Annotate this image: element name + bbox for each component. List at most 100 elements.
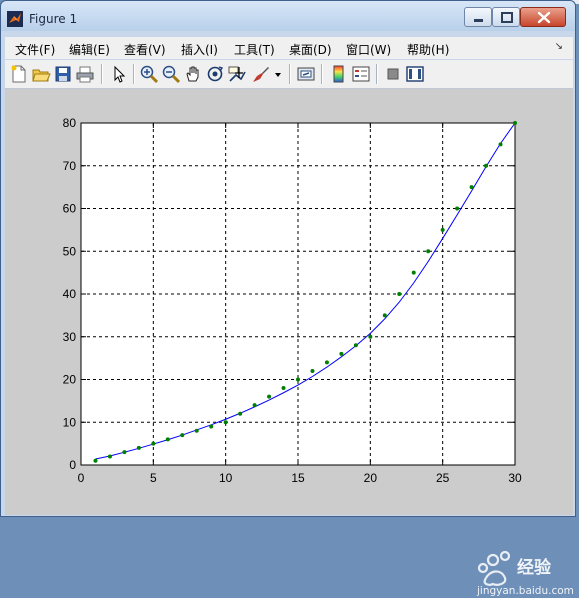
data-point (151, 441, 156, 446)
data-point (339, 351, 344, 356)
x-tick-label: 0 (78, 471, 85, 485)
menu-edit[interactable]: 编辑(E) (69, 41, 110, 58)
data-point (484, 163, 489, 168)
figure-window: Figure 1 文件(F) 编辑(E) 查看(V) 插入(I) 工具(T) 桌… (0, 0, 576, 597)
menu-window[interactable]: 窗口(W) (346, 41, 391, 58)
edit-plot-arrow-icon (114, 65, 126, 83)
matlab-logo-icon (7, 11, 23, 27)
zoom-in-button[interactable] (139, 64, 159, 84)
data-point (223, 420, 228, 425)
data-cursor-icon (228, 66, 246, 82)
y-tick-label: 60 (63, 202, 77, 216)
hide-plot-tools-button[interactable] (383, 64, 403, 84)
data-point (455, 206, 460, 211)
y-tick-label: 30 (63, 330, 77, 344)
toolbar-separator (133, 64, 135, 84)
brush-icon (253, 67, 269, 82)
print-icon (76, 66, 94, 83)
colorbar-button[interactable] (329, 64, 349, 84)
zoom-out-button[interactable] (161, 64, 181, 84)
data-point (513, 121, 517, 125)
data-point (252, 403, 257, 408)
data-point (194, 428, 199, 433)
link-plot-icon (297, 67, 315, 81)
data-point (296, 377, 300, 382)
data-point (426, 249, 431, 254)
watermark-url: jingyan.baidu.com (476, 585, 574, 597)
x-tick-label: 30 (508, 471, 522, 485)
minimize-button[interactable] (464, 7, 492, 27)
data-point (310, 368, 315, 373)
colorbar-icon (333, 65, 344, 83)
hide-plot-tools-icon (387, 68, 399, 80)
data-point (165, 437, 170, 442)
data-point (238, 411, 243, 416)
y-tick-label: 70 (63, 159, 77, 173)
rotate-3d-button[interactable] (205, 64, 225, 84)
y-tick-label: 10 (63, 415, 77, 429)
toolbar-separator (376, 64, 378, 84)
title-bar[interactable]: Figure 1 (1, 1, 575, 31)
menu-insert[interactable]: 插入(I) (181, 41, 218, 58)
menu-file[interactable]: 文件(F) (15, 41, 55, 58)
minimize-icon (474, 19, 483, 22)
y-tick-label: 80 (63, 116, 77, 130)
save-button[interactable] (53, 64, 73, 84)
link-plot-button[interactable] (296, 64, 316, 84)
pan-button[interactable] (183, 64, 203, 84)
x-tick-label: 15 (291, 471, 305, 485)
print-button[interactable] (75, 64, 95, 84)
save-icon (55, 66, 71, 82)
data-point (353, 343, 358, 348)
toolbar-separator (289, 64, 291, 84)
figure-canvas[interactable]: 0 5 10 15 20 25 30 0 10 20 30 40 50 60 70 80 经验 jingyan… (5, 89, 574, 597)
pan-hand-icon (186, 66, 199, 82)
show-plot-tools-button[interactable] (405, 64, 425, 84)
data-point (209, 424, 214, 429)
edit-plot-button[interactable] (109, 64, 129, 84)
data-point (382, 313, 387, 318)
zoom-out-icon (162, 65, 181, 84)
y-tick-label: 50 (63, 244, 77, 258)
menu-view[interactable]: 查看(V) (124, 41, 166, 58)
data-point (469, 185, 474, 190)
new-figure-icon (11, 65, 26, 83)
data-point (397, 292, 402, 296)
y-tick-label: 0 (69, 458, 76, 472)
close-button[interactable] (520, 7, 566, 27)
menu-help[interactable]: 帮助(H) (407, 41, 449, 58)
data-point (498, 142, 503, 147)
brush-dropdown-button[interactable] (273, 64, 283, 84)
toolbar-separator (321, 64, 323, 84)
plot-area[interactable]: 0 5 10 15 20 25 30 0 10 20 30 40 50 60 70 80 (5, 89, 573, 515)
show-plot-tools-icon (406, 66, 424, 82)
x-tick-label: 20 (364, 471, 378, 485)
data-point (136, 445, 141, 450)
x-tick-label: 10 (219, 471, 233, 485)
open-file-icon (32, 69, 51, 82)
menu-bar: 文件(F) 编辑(E) 查看(V) 插入(I) 工具(T) 桌面(D) 窗口(W… (5, 37, 573, 59)
x-tick-label: 5 (150, 471, 157, 485)
data-cursor-button[interactable] (227, 64, 247, 84)
menu-tools[interactable]: 工具(T) (234, 41, 275, 58)
menu-overflow-arrow-icon[interactable]: ↘ (555, 41, 563, 52)
data-point (281, 386, 286, 391)
maximize-icon (501, 12, 513, 23)
watermark-brand: 经验 (517, 557, 552, 578)
maximize-button[interactable] (492, 7, 520, 27)
toolbar-separator (101, 64, 103, 84)
zoom-in-icon (140, 65, 159, 84)
brush-dropdown-icon (275, 73, 281, 77)
rotate-3d-icon (207, 66, 224, 82)
open-file-button[interactable] (31, 64, 51, 84)
legend-button[interactable] (351, 64, 371, 84)
data-point (180, 433, 185, 438)
data-point (324, 360, 329, 365)
data-point (93, 458, 98, 463)
new-figure-button[interactable] (9, 64, 29, 84)
menu-desktop[interactable]: 桌面(D) (289, 41, 332, 58)
data-point (411, 270, 416, 275)
baidu-jingyan-watermark: 经验 jingyan.baidu.com (476, 550, 574, 597)
brush-button[interactable] (251, 64, 271, 84)
x-tick-label: 25 (436, 471, 450, 485)
